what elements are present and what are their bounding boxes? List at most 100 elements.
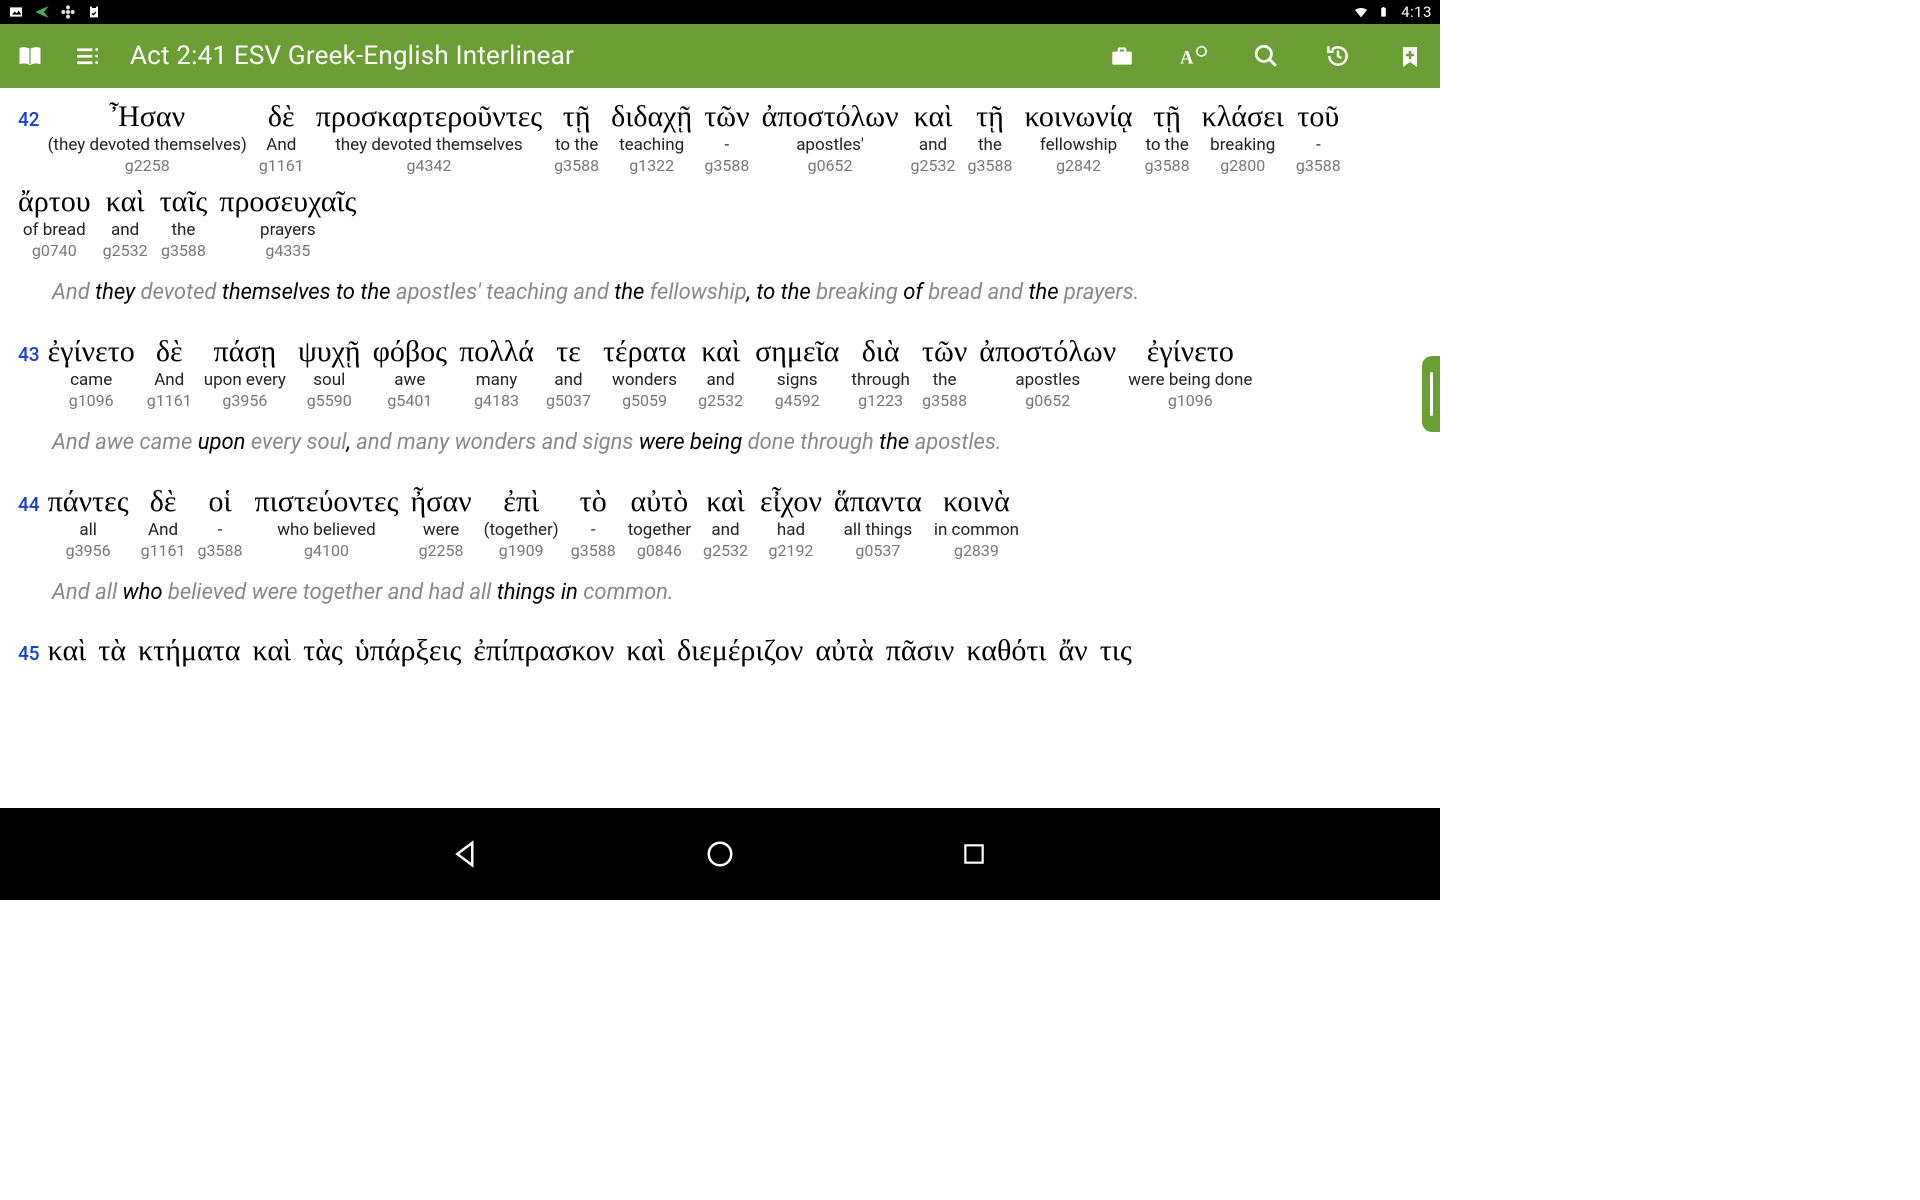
gloss-text: teaching xyxy=(619,135,684,155)
list-menu-icon[interactable] xyxy=(74,42,102,70)
interlinear-word[interactable]: ψυχῇsoulg5590 xyxy=(298,335,361,410)
interlinear-word[interactable]: κοινὰin commong2839 xyxy=(934,485,1019,560)
greek-word: καὶ xyxy=(106,185,145,218)
interlinear-word[interactable]: τῶνtheg3588 xyxy=(922,335,967,410)
interlinear-word[interactable]: κτήματα xyxy=(138,634,240,667)
interlinear-word[interactable]: ἄρτουof breadg0740 xyxy=(18,185,91,260)
interlinear-word[interactable]: διδαχῇteachingg1322 xyxy=(611,100,692,175)
interlinear-word[interactable]: ἦσανwereg2258 xyxy=(410,485,471,560)
interlinear-word[interactable]: καθότι xyxy=(966,634,1046,667)
interlinear-word[interactable]: οἱ-g3588 xyxy=(198,485,243,560)
interlinear-word[interactable]: πάσῃupon everyg3956 xyxy=(204,335,286,410)
interlinear-word[interactable]: ἐπὶ(together)g1909 xyxy=(484,485,559,560)
interlinear-word[interactable]: τοῦ-g3588 xyxy=(1296,100,1341,175)
interlinear-word[interactable]: δὲAndg1161 xyxy=(147,335,192,410)
interlinear-word[interactable]: διὰthroughg1223 xyxy=(851,335,910,410)
side-note-tab[interactable] xyxy=(1422,356,1440,432)
interlinear-word[interactable]: δὲAndg1161 xyxy=(141,485,186,560)
back-button[interactable] xyxy=(449,837,483,871)
interlinear-word[interactable]: αὐτὰ xyxy=(815,634,873,667)
greek-word: τῇ xyxy=(976,100,1004,133)
gloss-text: all things xyxy=(844,520,913,540)
gloss-text: had xyxy=(777,520,805,540)
interlinear-word[interactable]: προσευχαῖςprayersg4335 xyxy=(219,185,356,260)
interlinear-word[interactable]: πάντεςallg3956 xyxy=(48,485,129,560)
reading-area[interactable]: 42 Ἦσαν(they devoted themselves)g2258 δὲAn… xyxy=(0,88,1440,808)
greek-word: ἐπὶ xyxy=(503,485,539,518)
android-nav-bar xyxy=(0,808,1440,900)
interlinear-word[interactable]: κοινωνίᾳfellowshipg2842 xyxy=(1024,100,1132,175)
strongs-number: g1161 xyxy=(141,541,186,560)
greek-word: τέρατα xyxy=(603,335,686,368)
interlinear-word[interactable]: ταῖςtheg3588 xyxy=(160,185,208,260)
interlinear-word[interactable]: προσκαρτεροῦντεςthey devoted themselvesg… xyxy=(316,100,542,175)
home-button[interactable] xyxy=(703,837,737,871)
strongs-number: g4592 xyxy=(775,391,820,410)
font-settings-icon[interactable]: A xyxy=(1180,42,1208,70)
translation-line: And all who believed were together and h… xyxy=(52,578,1422,609)
interlinear-word[interactable]: ἐγίνετοcameg1096 xyxy=(48,335,135,410)
interlinear-word[interactable]: πᾶσιν xyxy=(886,634,955,667)
search-icon[interactable] xyxy=(1252,42,1280,70)
interlinear-word[interactable]: Ἦσαν(they devoted themselves)g2258 xyxy=(48,100,247,175)
gloss-text: apostles xyxy=(1015,370,1080,390)
strongs-number: g5590 xyxy=(307,391,352,410)
interlinear-word[interactable]: ὑπάρξεις xyxy=(355,634,462,667)
interlinear-word[interactable]: ἐπίπρασκον xyxy=(473,634,614,667)
interlinear-word[interactable]: καὶ xyxy=(48,634,87,667)
interlinear-word[interactable]: ἀποστόλωνapostlesg0652 xyxy=(979,335,1116,410)
verse-block: 42 Ἦσαν(they devoted themselves)g2258 δὲAn… xyxy=(18,100,1422,309)
book-icon[interactable] xyxy=(16,42,44,70)
interlinear-word[interactable]: πολλάmanyg4183 xyxy=(459,335,534,410)
interlinear-word[interactable]: διεμέριζον xyxy=(677,634,803,667)
greek-word: πάντες xyxy=(48,485,129,518)
history-icon[interactable] xyxy=(1324,42,1352,70)
interlinear-word[interactable]: ἀποστόλωνapostles'g0652 xyxy=(762,100,899,175)
strongs-number: g3588 xyxy=(1145,156,1190,175)
greek-word: Ἦσαν xyxy=(109,100,185,133)
interlinear-word[interactable]: τὸ-g3588 xyxy=(571,485,616,560)
interlinear-word[interactable]: ἅπανταall thingsg0537 xyxy=(834,485,922,560)
interlinear-word[interactable]: δὲAndg1161 xyxy=(259,100,304,175)
interlinear-word[interactable]: αὐτὸtogetherg0846 xyxy=(628,485,691,560)
verse-number[interactable]: 43 xyxy=(18,343,40,366)
interlinear-word[interactable]: τῇto theg3588 xyxy=(554,100,599,175)
interlinear-word[interactable]: καὶandg2532 xyxy=(911,100,956,175)
interlinear-word[interactable]: καὶandg2532 xyxy=(103,185,148,260)
interlinear-word[interactable]: τῇto theg3588 xyxy=(1145,100,1190,175)
interlinear-word[interactable]: τέραταwondersg5059 xyxy=(603,335,686,410)
greek-word: αὐτὸ xyxy=(631,485,689,518)
gloss-text: fellowship xyxy=(1040,135,1117,155)
page-title[interactable]: Act 2:41 ESV Greek-English Interlinear xyxy=(130,41,574,71)
interlinear-word[interactable]: σημεῖαsignsg4592 xyxy=(755,335,839,410)
interlinear-word[interactable]: τῇtheg3588 xyxy=(967,100,1012,175)
interlinear-word[interactable]: τεandg5037 xyxy=(546,335,591,410)
interlinear-word[interactable]: ἐγίνετοwere being doneg1096 xyxy=(1128,335,1252,410)
verse-number[interactable]: 42 xyxy=(18,108,40,131)
strongs-number: g2532 xyxy=(698,391,743,410)
recent-apps-button[interactable] xyxy=(957,837,991,871)
interlinear-word[interactable]: πιστεύοντεςwho believedg4100 xyxy=(254,485,398,560)
gloss-text: they devoted themselves xyxy=(335,135,522,155)
interlinear-word[interactable]: καὶ xyxy=(626,634,665,667)
interlinear-word[interactable]: τὰς xyxy=(303,634,343,667)
interlinear-word[interactable]: τις xyxy=(1100,634,1132,667)
interlinear-word[interactable]: κλάσειbreakingg2800 xyxy=(1202,100,1284,175)
interlinear-word[interactable]: ἄν xyxy=(1058,634,1087,667)
verse-number[interactable]: 44 xyxy=(18,493,40,516)
interlinear-word[interactable]: εἶχονhadg2192 xyxy=(760,485,822,560)
strongs-number: g1322 xyxy=(629,156,674,175)
greek-word: ἀποστόλων xyxy=(979,335,1116,368)
interlinear-word[interactable]: καὶandg2532 xyxy=(698,335,743,410)
interlinear-word[interactable]: καὶ xyxy=(252,634,291,667)
strongs-number: g3956 xyxy=(66,541,111,560)
interlinear-word[interactable]: τὰ xyxy=(98,634,126,667)
greek-word: διεμέριζον xyxy=(677,634,803,667)
gloss-text: the xyxy=(978,135,1002,155)
interlinear-word[interactable]: φόβοςaweg5401 xyxy=(373,335,447,410)
verse-number[interactable]: 45 xyxy=(18,642,40,665)
bookmark-add-icon[interactable] xyxy=(1396,42,1424,70)
interlinear-word[interactable]: καὶandg2532 xyxy=(703,485,748,560)
briefcase-icon[interactable] xyxy=(1108,42,1136,70)
interlinear-word[interactable]: τῶν-g3588 xyxy=(704,100,749,175)
